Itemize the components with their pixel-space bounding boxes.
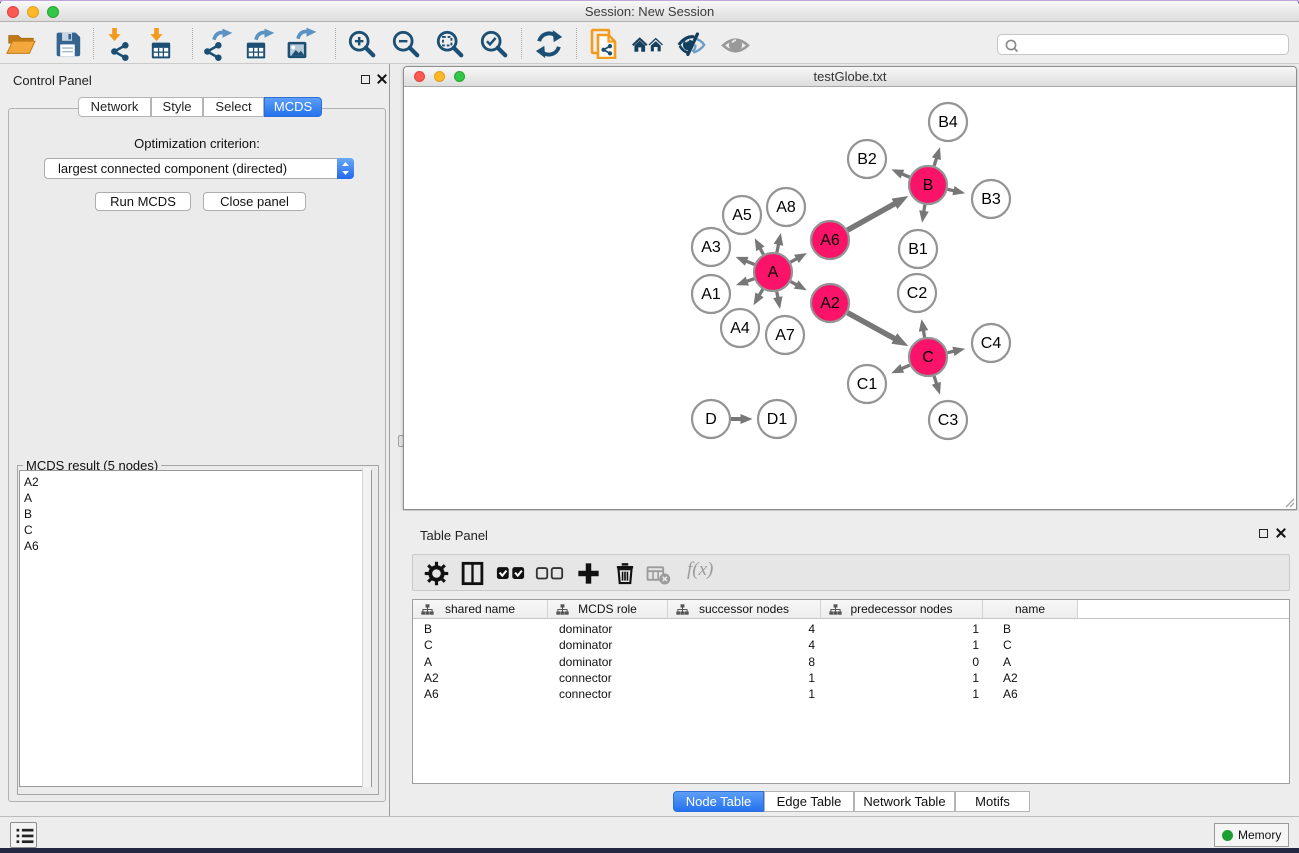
svg-text:A2: A2	[820, 295, 840, 312]
svg-text:C1: C1	[857, 376, 878, 393]
svg-text:A8: A8	[776, 199, 796, 216]
svg-text:B: B	[923, 177, 934, 194]
svg-text:A1: A1	[701, 286, 721, 303]
svg-text:B3: B3	[981, 191, 1001, 208]
svg-text:D1: D1	[767, 411, 788, 428]
svg-text:A7: A7	[775, 327, 795, 344]
svg-text:A: A	[768, 264, 779, 281]
svg-text:C: C	[922, 349, 934, 366]
svg-text:A3: A3	[701, 239, 721, 256]
svg-text:C2: C2	[907, 285, 928, 302]
svg-text:A4: A4	[730, 320, 750, 337]
svg-text:B1: B1	[908, 241, 928, 258]
svg-text:B2: B2	[857, 151, 877, 168]
svg-text:C4: C4	[981, 335, 1002, 352]
svg-text:B4: B4	[938, 114, 958, 131]
svg-text:A6: A6	[820, 232, 840, 249]
svg-text:A5: A5	[732, 207, 752, 224]
svg-text:D: D	[705, 411, 717, 428]
svg-text:C3: C3	[938, 412, 959, 429]
